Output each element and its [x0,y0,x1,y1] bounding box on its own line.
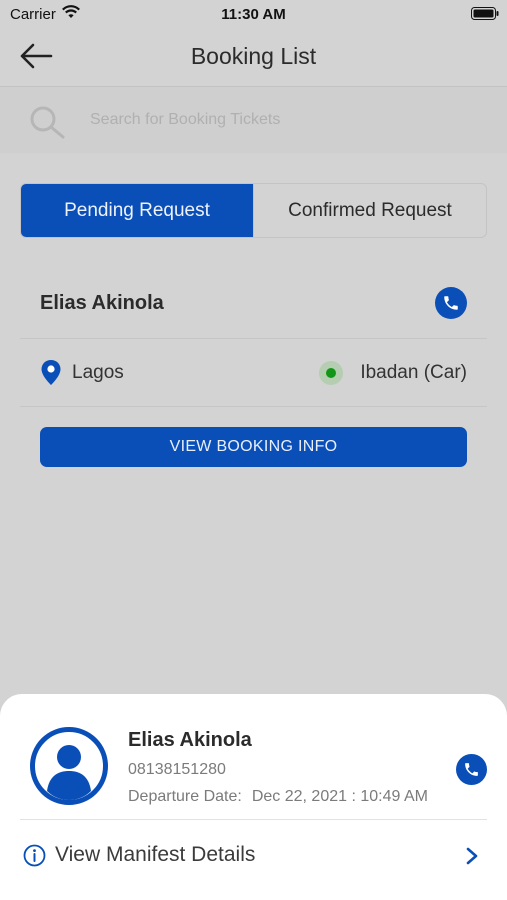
divider [20,406,487,407]
destination-dot [326,368,336,378]
search-input[interactable] [90,109,470,131]
view-manifest-details-row[interactable]: View Manifest Details [0,820,507,890]
sheet-customer-name: Elias Akinola [128,729,252,751]
view-booking-info-button[interactable]: VIEW BOOKING INFO [40,427,467,467]
booking-detail-sheet: Elias Akinola 08138151280 Departure Date… [0,694,507,900]
sheet-phone-number: 08138151280 [128,761,226,778]
departure-label: Departure Date: [128,788,242,805]
tab-pending-request[interactable]: Pending Request [21,184,253,237]
nav-bar: Booking List [0,28,507,86]
chevron-right-icon [466,847,478,865]
sheet-call-button[interactable] [456,754,487,785]
phone-icon [444,296,458,310]
call-button[interactable] [435,287,467,319]
page-title: Booking List [190,43,317,69]
request-tabs: Pending Request Confirmed Request [20,183,487,238]
avatar-icon [30,727,108,805]
phone-icon [465,763,478,776]
booking-customer-name: Elias Akinola [40,292,164,314]
location-pin-icon [41,360,61,385]
info-icon [23,844,46,867]
manifest-label: View Manifest Details [55,843,256,866]
divider [20,338,487,339]
tab-confirmed-request[interactable]: Confirmed Request [253,184,486,237]
departure-date: Departure Date: Dec 22, 2021 : 10:49 AM [128,788,428,806]
status-bar: Carrier 11:30 AM [0,0,507,28]
battery-icon [471,7,499,20]
departure-value: Dec 22, 2021 : 10:49 AM [251,788,428,805]
search-icon [30,106,65,139]
route-origin: Lagos [72,362,124,383]
route-destination: Ibadan (Car) [360,362,467,383]
status-time: 11:30 AM [221,6,286,23]
search-bar [0,87,507,153]
